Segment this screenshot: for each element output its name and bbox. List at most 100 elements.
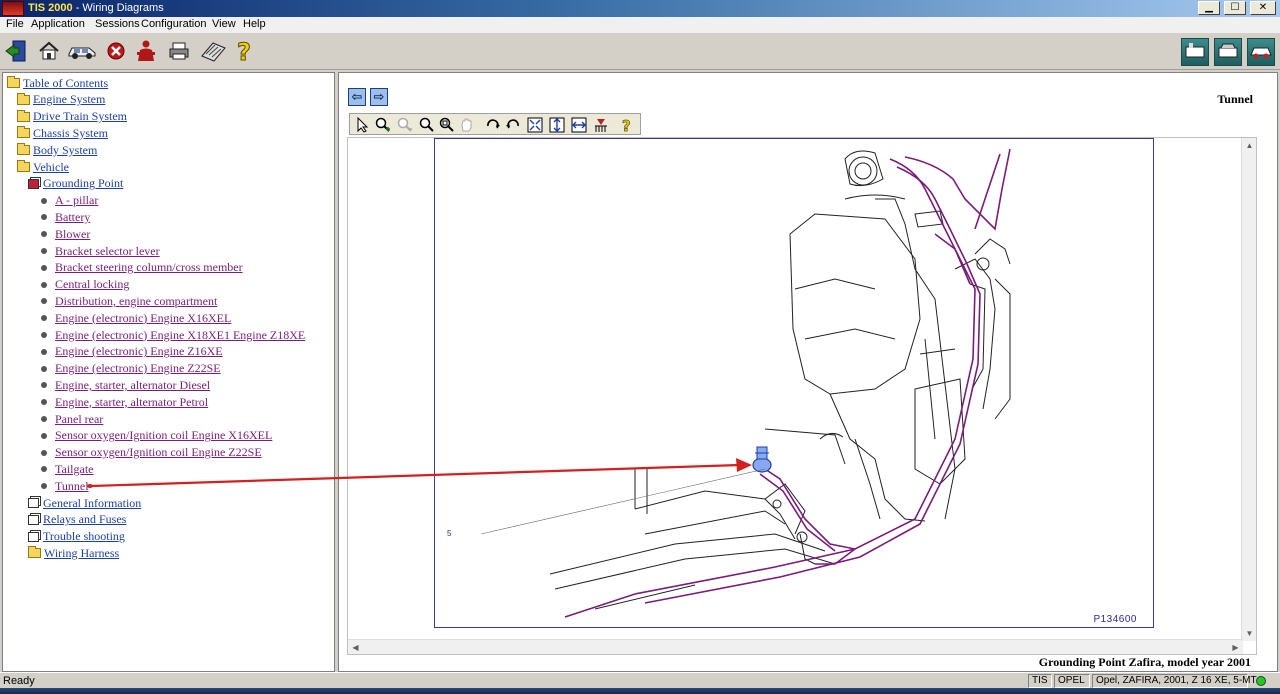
select-icon[interactable] <box>354 116 372 134</box>
tree-item-label: Chassis System <box>33 125 109 140</box>
module-a-icon[interactable] <box>1181 38 1209 66</box>
tree-item-tailgate[interactable]: Tailgate <box>41 461 93 477</box>
horizontal-scrollbar[interactable]: ◀ ▶ <box>348 639 1243 654</box>
tree-item-bracket-selector-lever[interactable]: Bracket selector lever <box>41 243 160 259</box>
pan-icon[interactable] <box>458 116 476 134</box>
zoom-window-icon[interactable] <box>438 116 456 134</box>
scroll-left-icon[interactable]: ◀ <box>348 640 363 655</box>
tree-item-engine-system[interactable]: Engine System <box>17 92 105 108</box>
tree-item-label: Engine (electronic) Engine Z22SE <box>55 361 221 376</box>
tree-item-label: Sensor oxygen/Ignition coil Engine X16XE… <box>55 428 273 443</box>
tree-item-label: Blower <box>55 226 91 241</box>
help-icon[interactable]: ? <box>618 116 636 134</box>
module-b-icon[interactable] <box>1214 38 1242 66</box>
tree-item-engine-electronic-engine-z16xe[interactable]: Engine (electronic) Engine Z16XE <box>41 344 223 360</box>
zoom-icon[interactable] <box>418 116 436 134</box>
tree-item-tunnel[interactable]: Tunnel <box>41 478 89 494</box>
home-icon[interactable] <box>36 38 62 64</box>
scroll-right-icon[interactable]: ▶ <box>1228 640 1243 655</box>
tree-item-body-system[interactable]: Body System <box>17 142 97 158</box>
rotate-cw-icon[interactable] <box>484 116 502 134</box>
tree-item-battery[interactable]: Battery <box>41 209 90 225</box>
bullet-icon <box>41 432 47 439</box>
app-name: TIS 2000 <box>28 2 73 14</box>
tree-item-vehicle[interactable]: Vehicle <box>17 159 69 175</box>
vehicle-icon[interactable] <box>66 38 98 64</box>
exit-icon[interactable] <box>3 38 29 64</box>
tree-item-blower[interactable]: Blower <box>41 226 90 242</box>
bullet-icon <box>41 332 47 338</box>
menu-help[interactable]: Help <box>243 18 266 30</box>
zoom-in-icon[interactable] <box>374 116 392 134</box>
tree-item-label: General Information <box>43 495 142 510</box>
bullet-icon <box>41 214 47 221</box>
taskbar <box>0 688 1280 694</box>
tree-item-engine-starter-alternator-diesel[interactable]: Engine, starter, alternator Diesel <box>41 377 210 393</box>
tree-item-label: Engine, starter, alternator Diesel <box>55 377 211 392</box>
wiring-diagram[interactable]: 5 P134600 <box>434 138 1154 628</box>
vertical-scrollbar[interactable]: ▲ ▼ <box>1241 138 1256 641</box>
forward-arrow-icon[interactable]: ⇨ <box>370 88 388 106</box>
fit-height-icon[interactable] <box>548 116 566 134</box>
tree-item-panel-rear[interactable]: Panel rear <box>41 411 103 427</box>
module-c-icon[interactable] <box>1247 38 1275 66</box>
folder-icon <box>28 546 41 559</box>
bullet-icon <box>41 483 47 490</box>
tree-item-drive-train-system[interactable]: Drive Train System <box>17 109 127 125</box>
close-button[interactable]: ✕ <box>1250 1 1276 15</box>
bullet-icon <box>41 382 47 389</box>
menu-view[interactable]: View <box>212 18 236 30</box>
scroll-down-icon[interactable]: ▼ <box>1242 626 1257 641</box>
tree-item-sensor-oxygen-ignition-coil-engine-z22se[interactable]: Sensor oxygen/Ignition coil Engine Z22SE <box>41 445 262 461</box>
tree-item-table-of-contents[interactable]: Table of Contents <box>7 75 108 91</box>
person-icon[interactable] <box>133 38 159 64</box>
fit-width-icon[interactable] <box>570 116 588 134</box>
tree-item-engine-electronic-engine-x18xe1-engine-z18xe[interactable]: Engine (electronic) Engine X18XE1 Engine… <box>41 327 305 343</box>
help-icon[interactable]: ? <box>232 38 258 64</box>
tree-item-label: Battery <box>55 209 91 224</box>
tree-item-engine-electronic-engine-z22se[interactable]: Engine (electronic) Engine Z22SE <box>41 361 221 377</box>
notepad-icon[interactable] <box>198 38 228 64</box>
tree-item-wiring-harness[interactable]: Wiring Harness <box>28 545 119 561</box>
tree-item-engine-electronic-engine-x16xel[interactable]: Engine (electronic) Engine X16XEL <box>41 310 231 326</box>
stop-icon[interactable] <box>103 38 129 64</box>
menu-configuration[interactable]: Configuration <box>141 18 206 30</box>
status-bar: Ready TIS OPEL Opel, ZAFIRA, 2001, Z 16 … <box>0 672 1280 688</box>
print-icon[interactable] <box>166 38 192 64</box>
fit-page-icon[interactable] <box>526 116 544 134</box>
zoom-out-disabled-icon[interactable] <box>396 116 414 134</box>
bullet-icon <box>41 466 47 473</box>
tree-item-trouble-shooting[interactable]: Trouble shooting <box>28 529 125 545</box>
rotate-ccw-icon[interactable] <box>504 116 522 134</box>
tree-item-central-locking[interactable]: Central locking <box>41 277 129 293</box>
tree-item-general-information[interactable]: General Information <box>28 495 141 511</box>
tree-item-engine-starter-alternator-petrol[interactable]: Engine, starter, alternator Petrol <box>41 394 208 410</box>
measure-icon[interactable] <box>592 116 610 134</box>
document-title: Tunnel <box>1217 92 1253 106</box>
tree-item-sensor-oxygen-ignition-coil-engine-x16xel[interactable]: Sensor oxygen/Ignition coil Engine X16XE… <box>41 428 272 444</box>
tree-item-label: Distribution, engine compartment <box>55 293 218 308</box>
back-arrow-icon[interactable]: ⇦ <box>348 88 366 106</box>
minimize-button[interactable]: ▁ <box>1198 1 1220 15</box>
menu-file[interactable]: File <box>6 18 24 30</box>
tree-item-a-pillar[interactable]: A - pillar <box>41 193 98 209</box>
status-cell-brand: OPEL <box>1054 674 1090 688</box>
tree-item-bracket-steering-column-cross-member[interactable]: Bracket steering column/cross member <box>41 260 243 276</box>
menu-application[interactable]: Application <box>31 18 85 30</box>
tree-item-chassis-system[interactable]: Chassis System <box>17 125 108 141</box>
tree-item-label: Engine System <box>33 92 106 107</box>
bullet-icon <box>41 248 47 254</box>
viewer-toolbar: ? <box>349 113 641 135</box>
tis-app-icon[interactable] <box>2 1 24 16</box>
tree-item-distribution-engine-compartment[interactable]: Distribution, engine compartment <box>41 293 217 309</box>
bullet-icon <box>41 416 47 422</box>
tree-item-relays-and-fuses[interactable]: Relays and Fuses <box>28 512 126 528</box>
tree-item-grounding-point[interactable]: Grounding Point <box>28 176 123 192</box>
menu-sessions[interactable]: Sessions <box>95 18 140 30</box>
maximize-button[interactable]: ☐ <box>1224 1 1246 15</box>
title-bar: TIS 2000 - Wiring Diagrams ▁ ☐ ✕ <box>0 0 1280 17</box>
diagram-viewer[interactable]: 5 P134600 ▲ ▼ ◀ ▶ <box>347 137 1257 655</box>
tree-item-label: Tailgate <box>55 461 94 476</box>
scroll-up-icon[interactable]: ▲ <box>1242 138 1257 153</box>
book-icon <box>28 531 39 542</box>
